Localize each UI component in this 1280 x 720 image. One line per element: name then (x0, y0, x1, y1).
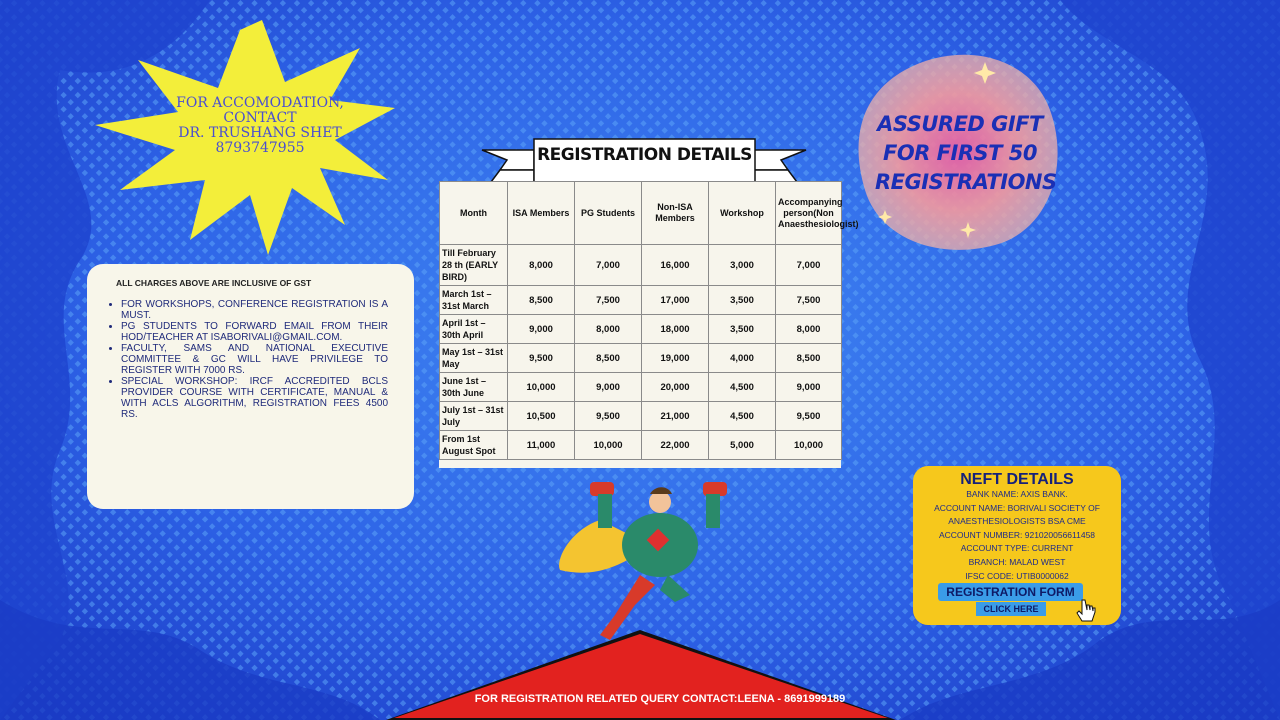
registration-query-contact: FOR REGISTRATION RELATED QUERY CONTACT:L… (474, 693, 846, 705)
isa-cell: 9,500 (507, 343, 575, 373)
list-item: SPECIAL WORKSHOP: IRCF ACCREDITED BCLS P… (121, 376, 388, 420)
accommodation-line-3: DR. TRUSHANG SHET (178, 125, 342, 141)
non-isa-cell: 22,000 (641, 430, 709, 460)
workshop-cell: 4,000 (708, 343, 776, 373)
neft-bank-name: BANK NAME: AXIS BANK. (966, 489, 1068, 499)
charges-list: FOR WORKSHOPS, CONFERENCE REGISTRATION I… (109, 299, 388, 420)
assured-gift-callout: ASSURED GIFT FOR FIRST 50 REGISTRATIONS (875, 110, 1057, 197)
pg-cell: 7,500 (574, 285, 642, 315)
cursor-icon (1076, 599, 1096, 622)
neft-account-number: ACCOUNT NUMBER: 921020056611458 (938, 529, 1096, 540)
workshop-cell: 3,500 (708, 314, 776, 344)
neft-account-name-cont: ANAESTHESIOLOGISTS BSA CME (948, 516, 1086, 527)
accompanying-cell: 7,500 (775, 285, 842, 315)
isa-cell: 11,000 (507, 430, 575, 460)
neft-details-card: NEFT DETAILS BANK NAME: AXIS BANK. ACCOU… (913, 466, 1121, 625)
neft-ifsc: IFSC CODE: UTIB0000062 (965, 570, 1069, 581)
gift-line-3: REGISTRATIONS (875, 170, 1057, 194)
charges-info-card: ALL CHARGES ABOVE ARE INCLUSIVE OF GST F… (87, 264, 414, 509)
header-isa-members: ISA Members (507, 181, 575, 245)
neft-branch: BRANCH: MALAD WEST (968, 556, 1066, 567)
click-here-link[interactable]: CLICK HERE (976, 602, 1046, 616)
accompanying-cell: 8,500 (775, 343, 842, 373)
non-isa-cell: 21,000 (641, 401, 709, 431)
header-pg-students: PG Students (574, 181, 642, 245)
accompanying-cell: 10,000 (775, 430, 842, 460)
header-accompanying-person: Accompanying person(Non Anaesthesiologis… (775, 181, 859, 245)
isa-cell: 8,500 (507, 285, 575, 315)
accommodation-contact: FOR ACCOMODATION, CONTACT DR. TRUSHANG S… (170, 96, 350, 156)
pg-cell: 9,000 (574, 372, 642, 402)
table-row: Till February 28 th (EARLY BIRD) 8,000 7… (439, 244, 842, 286)
non-isa-cell: 17,000 (641, 285, 709, 315)
charges-heading: ALL CHARGES ABOVE ARE INCLUSIVE OF GST (116, 278, 312, 288)
registration-title: REGISTRATION DETAILS (537, 145, 752, 165)
accompanying-cell: 9,000 (775, 372, 842, 402)
pg-cell: 9,500 (574, 401, 642, 431)
table-row: March 1st – 31st March 8,500 7,500 17,00… (439, 285, 842, 315)
neft-title: NEFT DETAILS (960, 471, 1074, 488)
table-row: May 1st – 31st May 9,500 8,500 19,000 4,… (439, 343, 842, 373)
workshop-cell: 5,000 (708, 430, 776, 460)
table-row: July 1st – 31st July 10,500 9,500 21,000… (439, 401, 842, 431)
accompanying-cell: 7,000 (775, 244, 842, 286)
pg-cell: 8,000 (574, 314, 642, 344)
neft-account-type: ACCOUNT TYPE: CURRENT (960, 543, 1074, 554)
non-isa-cell: 16,000 (641, 244, 709, 286)
accommodation-line-1: FOR ACCOMODATION, (176, 95, 344, 111)
registration-table: Month ISA Members PG Students Non-ISA Me… (439, 181, 859, 460)
header-workshop: Workshop (708, 181, 776, 245)
table-row: June 1st – 30th June 10,000 9,000 20,000… (439, 372, 842, 402)
registration-table-container: Month ISA Members PG Students Non-ISA Me… (439, 181, 859, 468)
header-non-isa-members: Non-ISA Members (641, 181, 709, 245)
registration-form-button[interactable]: REGISTRATION FORM (938, 583, 1083, 601)
gift-line-1: ASSURED GIFT (877, 112, 1043, 136)
month-cell: June 1st – 30th June (439, 372, 508, 402)
list-item: FACULTY, SAMS AND NATIONAL EXECUTIVE COM… (121, 343, 388, 376)
month-cell: May 1st – 31st May (439, 343, 508, 373)
workshop-cell: 3,000 (708, 244, 776, 286)
month-cell: March 1st – 31st March (439, 285, 508, 315)
month-cell: From 1st August Spot (439, 430, 508, 460)
pg-cell: 7,000 (574, 244, 642, 286)
list-item: FOR WORKSHOPS, CONFERENCE REGISTRATION I… (121, 299, 388, 321)
pg-cell: 8,500 (574, 343, 642, 373)
accommodation-phone: 8793747955 (215, 140, 305, 156)
month-cell: April 1st – 30th April (439, 314, 508, 344)
table-row: April 1st – 30th April 9,000 8,000 18,00… (439, 314, 842, 344)
workshop-cell: 3,500 (708, 285, 776, 315)
month-cell: July 1st – 31st July (439, 401, 508, 431)
pg-cell: 10,000 (574, 430, 642, 460)
header-month: Month (439, 181, 508, 245)
non-isa-cell: 20,000 (641, 372, 709, 402)
workshop-cell: 4,500 (708, 372, 776, 402)
isa-cell: 10,500 (507, 401, 575, 431)
non-isa-cell: 19,000 (641, 343, 709, 373)
list-item: PG STUDENTS TO FORWARD EMAIL FROM THEIR … (121, 321, 388, 343)
accompanying-cell: 9,500 (775, 401, 842, 431)
gift-line-2: FOR FIRST 50 (883, 141, 1038, 165)
isa-cell: 8,000 (507, 244, 575, 286)
accompanying-cell: 8,000 (775, 314, 842, 344)
table-row: From 1st August Spot 11,000 10,000 22,00… (439, 430, 842, 460)
accommodation-line-2: CONTACT (223, 110, 297, 126)
workshop-cell: 4,500 (708, 401, 776, 431)
isa-cell: 9,000 (507, 314, 575, 344)
month-cell: Till February 28 th (EARLY BIRD) (439, 244, 508, 286)
isa-cell: 10,000 (507, 372, 575, 402)
non-isa-cell: 18,000 (641, 314, 709, 344)
neft-account-name: ACCOUNT NAME: BORIVALI SOCIETY OF (934, 502, 1100, 513)
